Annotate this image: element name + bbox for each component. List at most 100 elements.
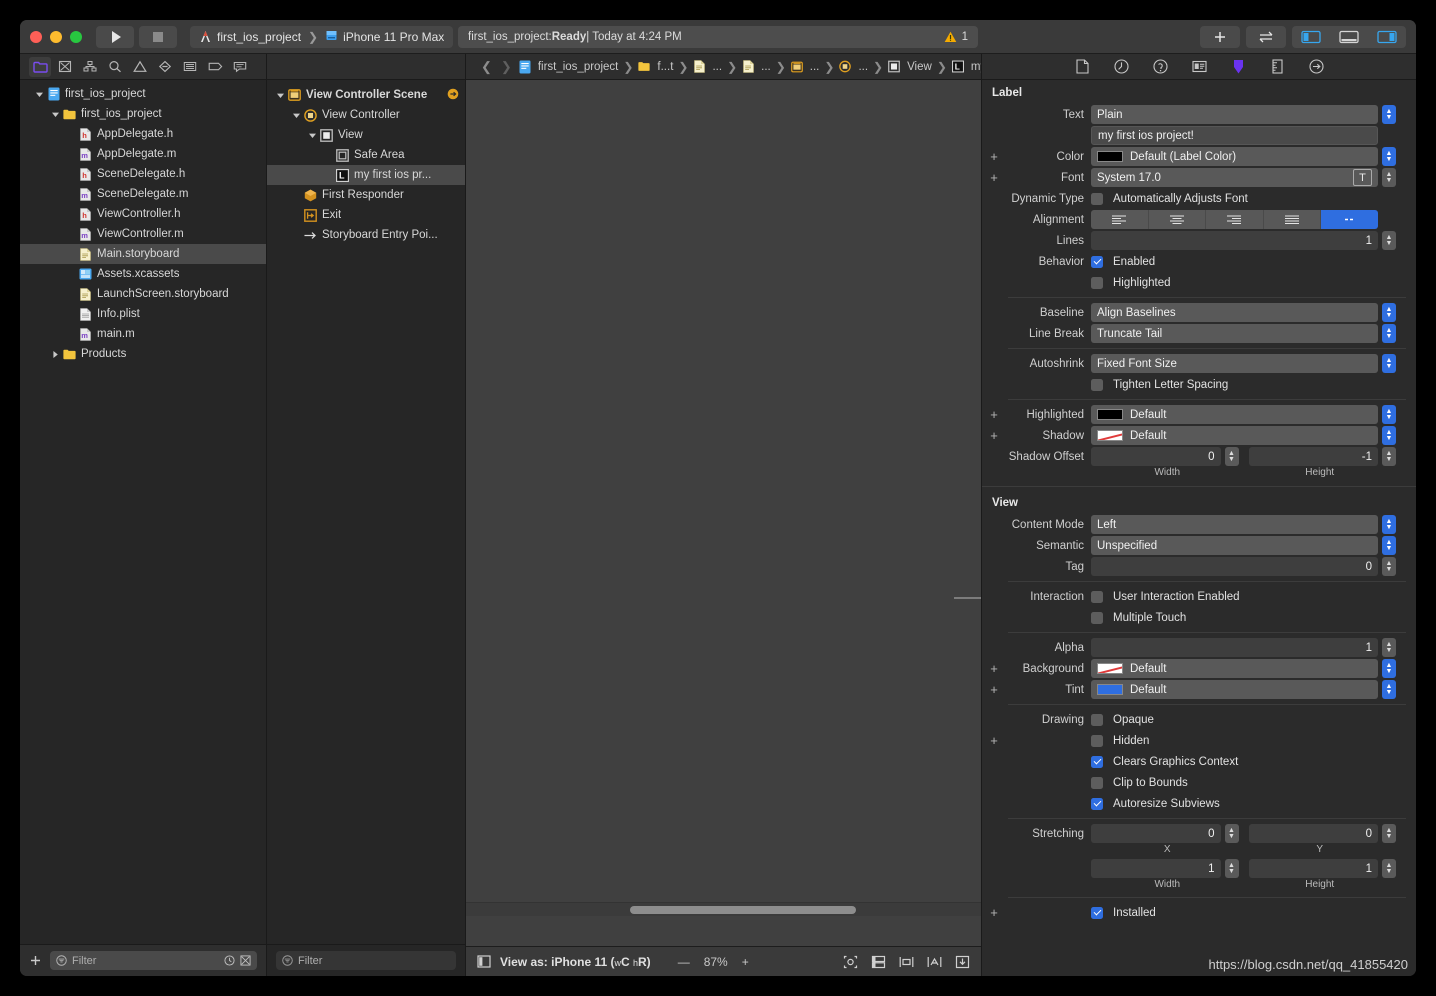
project-navigator-icon[interactable] xyxy=(29,56,51,77)
lines-stepper[interactable]: ▲ ▼ xyxy=(1382,231,1396,250)
highlighted-checkbox[interactable] xyxy=(1091,276,1103,289)
multiple-touch-checkbox[interactable] xyxy=(1091,611,1103,624)
tree-row[interactable]: Assets.xcassets xyxy=(20,264,266,284)
background-color-select[interactable]: Default xyxy=(1091,659,1378,678)
tree-row[interactable]: View Controller Scene xyxy=(267,85,465,105)
font-add-variation-button[interactable]: + xyxy=(982,170,1006,185)
warning-indicator[interactable]: 1 xyxy=(944,31,968,43)
text-type-stepper[interactable]: ▲ ▼ xyxy=(1382,105,1396,124)
semantic-select[interactable]: Unspecified xyxy=(1091,536,1378,555)
auto-adjusts-font-checkbox[interactable] xyxy=(1091,192,1103,205)
enabled-checkbox[interactable] xyxy=(1091,255,1103,268)
jump-forward-button[interactable]: ❯ xyxy=(499,59,514,75)
quick-help-inspector-icon[interactable] xyxy=(1152,58,1169,75)
breadcrumb-item[interactable]: ... xyxy=(790,60,819,74)
tree-row[interactable]: Info.plist xyxy=(20,304,266,324)
align-natural-button[interactable] xyxy=(1321,210,1378,229)
zoom-window-button[interactable] xyxy=(70,30,82,43)
color-select[interactable]: Default (Label Color) xyxy=(1091,147,1378,166)
align-right-button[interactable] xyxy=(1206,210,1264,229)
toggle-inspector-button[interactable] xyxy=(1368,26,1406,48)
add-file-icon[interactable] xyxy=(29,954,42,967)
shadow-color-select[interactable]: Default xyxy=(1091,426,1378,445)
tree-row[interactable]: h AppDelegate.h xyxy=(20,124,266,144)
align-left-button[interactable] xyxy=(1091,210,1149,229)
baseline-select[interactable]: Align Baselines xyxy=(1091,303,1378,322)
identity-inspector-icon[interactable] xyxy=(1191,58,1208,75)
text-type-select[interactable]: Plain xyxy=(1091,105,1378,124)
autoshrink-select[interactable]: Fixed Font Size xyxy=(1091,354,1378,373)
symbol-navigator-icon[interactable] xyxy=(79,57,101,77)
tighten-letter-spacing-checkbox[interactable] xyxy=(1091,378,1103,391)
disclosure-triangle[interactable] xyxy=(275,90,286,101)
report-navigator-icon[interactable] xyxy=(229,57,251,77)
clip-to-bounds-checkbox[interactable] xyxy=(1091,776,1103,789)
content-mode-select[interactable]: Left xyxy=(1091,515,1378,534)
shadow-offset-width-stepper[interactable]: ▲ ▼ xyxy=(1224,447,1239,466)
shadow-offset-width-input[interactable]: 0 xyxy=(1091,447,1221,466)
lines-input[interactable]: 1 xyxy=(1091,231,1378,250)
source-control-filter-icon[interactable] xyxy=(240,955,251,966)
tree-row[interactable]: h SceneDelegate.h xyxy=(20,164,266,184)
stretching-x-stepper[interactable]: ▲ ▼ xyxy=(1224,824,1239,843)
tree-row[interactable]: m SceneDelegate.m xyxy=(20,184,266,204)
tree-row[interactable]: m AppDelegate.m xyxy=(20,144,266,164)
recent-files-icon[interactable] xyxy=(224,955,235,966)
stretching-x-input[interactable]: 0 xyxy=(1091,824,1221,843)
connections-inspector-icon[interactable] xyxy=(1308,58,1325,75)
stretching-width-stepper[interactable]: ▲ ▼ xyxy=(1224,859,1239,878)
toggle-navigator-button[interactable] xyxy=(1292,26,1330,48)
close-window-button[interactable] xyxy=(30,30,42,43)
disclosure-triangle[interactable] xyxy=(50,349,61,360)
tree-row[interactable]: Storyboard Entry Poi... xyxy=(267,225,465,245)
align-justified-button[interactable] xyxy=(1263,210,1322,229)
tint-stepper[interactable]: ▲ ▼ xyxy=(1382,680,1396,699)
baseline-stepper[interactable]: ▲ ▼ xyxy=(1382,303,1396,322)
disclosure-triangle[interactable] xyxy=(291,110,302,121)
stretching-height-input[interactable]: 1 xyxy=(1248,859,1378,878)
tree-row[interactable]: first_ios_project xyxy=(20,104,266,124)
zoom-out-button[interactable]: — xyxy=(678,955,690,969)
background-add-variation-button[interactable]: + xyxy=(982,661,1006,676)
alpha-stepper[interactable]: ▲ ▼ xyxy=(1382,638,1396,657)
tree-row[interactable]: Safe Area xyxy=(267,145,465,165)
clears-graphics-context-checkbox[interactable] xyxy=(1091,755,1103,768)
tree-row[interactable]: Main.storyboard xyxy=(20,244,266,264)
issue-navigator-icon[interactable] xyxy=(129,57,151,77)
navigator-filter-input[interactable]: Filter xyxy=(50,951,257,970)
shadow-offset-height-input[interactable]: -1 xyxy=(1248,447,1378,466)
autoshrink-stepper[interactable]: ▲ ▼ xyxy=(1382,354,1396,373)
breadcrumb-item[interactable]: ... xyxy=(693,60,722,74)
tree-row[interactable]: Lmy first ios pr... xyxy=(267,165,465,185)
shadow-offset-height-stepper[interactable]: ▲ ▼ xyxy=(1382,447,1396,466)
breadcrumb-item[interactable]: ... xyxy=(742,60,771,74)
user-interaction-checkbox[interactable] xyxy=(1091,590,1103,603)
color-add-variation-button[interactable]: + xyxy=(982,149,1006,164)
highlighted-add-variation-button[interactable]: + xyxy=(982,407,1006,422)
canvas-scrollbar-thumb[interactable] xyxy=(630,906,856,914)
tree-row[interactable]: View xyxy=(267,125,465,145)
font-picker-button[interactable]: T xyxy=(1353,169,1372,186)
add-editor-button[interactable] xyxy=(1200,25,1240,48)
hidden-checkbox[interactable] xyxy=(1091,734,1103,747)
font-stepper[interactable]: ▲ ▼ xyxy=(1382,168,1396,187)
resolve-issues-icon[interactable] xyxy=(955,955,970,969)
history-inspector-icon[interactable] xyxy=(1113,58,1130,75)
semantic-stepper[interactable]: ▲ ▼ xyxy=(1382,536,1396,555)
minimize-window-button[interactable] xyxy=(50,30,62,43)
breadcrumb-item[interactable]: first_ios_project xyxy=(519,60,618,74)
color-stepper[interactable]: ▲ ▼ xyxy=(1382,147,1396,166)
stretching-y-stepper[interactable]: ▲ ▼ xyxy=(1382,824,1396,843)
opaque-checkbox[interactable] xyxy=(1091,713,1103,726)
tree-row[interactable]: View Controller xyxy=(267,105,465,125)
stop-button[interactable] xyxy=(139,25,177,48)
file-inspector-icon[interactable] xyxy=(1074,58,1091,75)
align-icon[interactable] xyxy=(899,955,914,969)
outline-filter-input[interactable]: Filter xyxy=(276,951,456,970)
zoom-in-button[interactable]: + xyxy=(742,955,749,969)
disclosure-triangle[interactable] xyxy=(34,89,45,100)
highlighted-color-stepper[interactable]: ▲ ▼ xyxy=(1382,405,1396,424)
disclosure-triangle[interactable] xyxy=(50,109,61,120)
alpha-input[interactable]: 1 xyxy=(1091,638,1378,657)
autoresize-subviews-checkbox[interactable] xyxy=(1091,797,1103,810)
